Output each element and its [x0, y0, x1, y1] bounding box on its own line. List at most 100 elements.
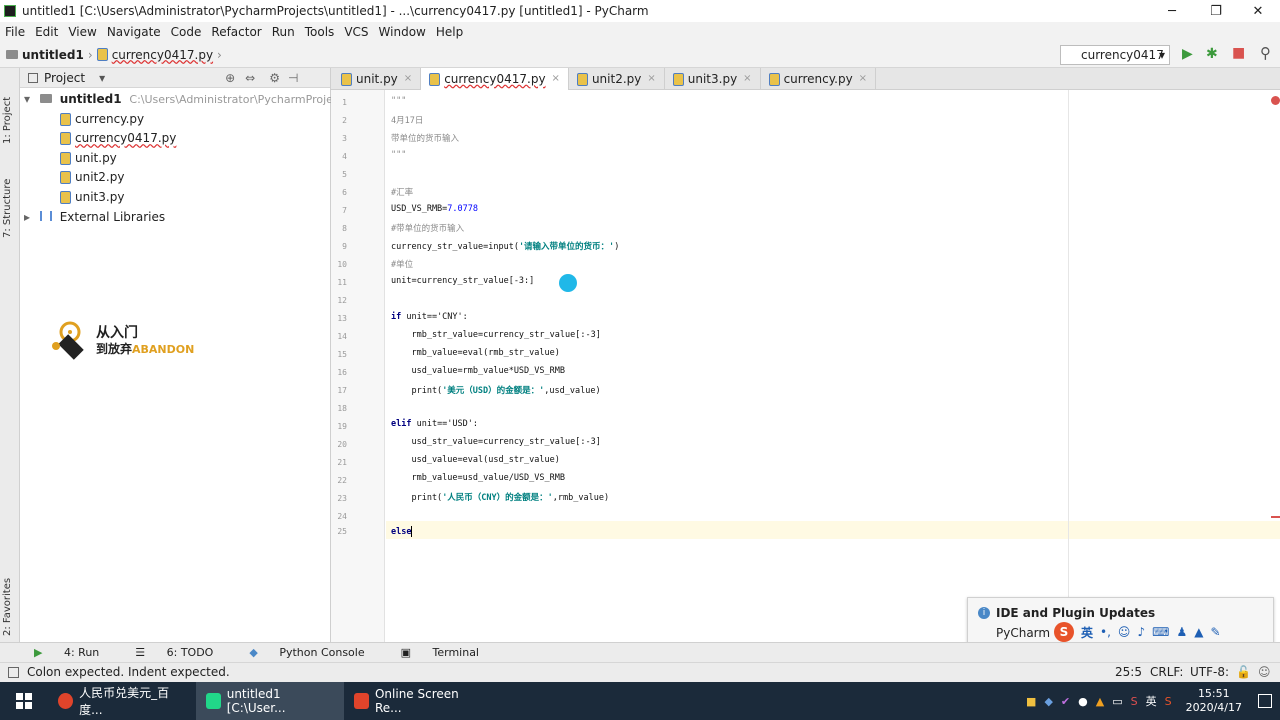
tray-icon-app[interactable]: ✔ [1061, 695, 1070, 708]
breadcrumb-project[interactable]: untitled1 [22, 48, 84, 62]
close-icon[interactable]: × [404, 68, 412, 90]
line-number: 22 [337, 476, 347, 485]
tree-file-label: currency.py [75, 111, 145, 126]
tree-file-currency0417[interactable]: currency0417.py [20, 129, 330, 149]
tray-icon-input[interactable]: S [1165, 695, 1172, 708]
emoji-icon[interactable]: ☺ [1118, 625, 1131, 639]
tray-icon-sogou[interactable]: S [1131, 695, 1138, 708]
code-editor[interactable]: 1 2 3 4 5 6 7 8 9 10 11 12 13 14 15 16 1… [331, 90, 1280, 642]
inspector-icon[interactable]: ☺ [1258, 663, 1271, 682]
menu-window[interactable]: Window [374, 25, 431, 39]
network-icon[interactable]: ▭ [1112, 695, 1122, 708]
close-icon[interactable]: × [647, 68, 655, 90]
tree-file-unit3[interactable]: unit3.py [20, 188, 330, 208]
hide-icon[interactable]: ⊣ [288, 71, 298, 85]
text-cursor [411, 526, 413, 537]
menu-view[interactable]: View [63, 25, 101, 39]
tree-file-unit2[interactable]: unit2.py [20, 168, 330, 188]
caret-position[interactable]: 25:5 [1115, 663, 1142, 682]
keyboard-icon[interactable]: ⌨ [1152, 625, 1169, 639]
menu-run[interactable]: Run [267, 25, 300, 39]
tree-file-currency[interactable]: currency.py [20, 110, 330, 130]
line-separator[interactable]: CRLF: [1150, 663, 1183, 682]
tool-windows-icon[interactable] [8, 667, 19, 678]
python-file-icon [60, 151, 71, 165]
menu-navigate[interactable]: Navigate [102, 25, 166, 39]
tray-icon-camera[interactable]: ■ [1026, 695, 1036, 708]
collapse-icon[interactable]: ⇔ [245, 71, 255, 85]
tab-unit3[interactable]: unit3.py × [665, 68, 761, 90]
line-number: 5 [342, 170, 347, 179]
tab-currency[interactable]: currency.py × [761, 68, 877, 90]
menu-bar: File Edit View Navigate Code Refactor Ru… [0, 22, 1280, 42]
clock[interactable]: 15:51 2020/4/17 [1186, 687, 1242, 715]
tray-icon-shield[interactable]: ◆ [1044, 695, 1052, 708]
breadcrumb-file[interactable]: currency0417.py [112, 48, 213, 62]
run-icon[interactable]: ▶ [1182, 46, 1193, 62]
locate-icon[interactable]: ⊕ [225, 71, 235, 85]
right-margin-guide [1068, 90, 1069, 642]
minimize-button[interactable]: ─ [1150, 0, 1194, 22]
debug-icon[interactable]: ✱ [1206, 46, 1218, 62]
run-config-select[interactable]: currency0417 ▾ [1060, 45, 1170, 65]
tray-icon-qq[interactable]: ▲ [1096, 695, 1104, 708]
chevron-down-icon[interactable]: ▾ [99, 71, 105, 85]
lock-icon[interactable]: 🔓 [1236, 663, 1251, 682]
menu-edit[interactable]: Edit [30, 25, 63, 39]
pycharm-icon [206, 693, 221, 709]
code-token: unit=='CNY': [406, 312, 468, 322]
taskbar-chrome[interactable]: 人民币兑美元_百度... [48, 682, 196, 720]
file-encoding[interactable]: UTF-8: [1190, 663, 1229, 682]
chevron-right-icon[interactable]: ▸ [24, 210, 30, 224]
tray-icon-wechat[interactable]: ● [1078, 695, 1088, 708]
error-stripe-marker[interactable] [1271, 516, 1280, 518]
taskbar-screen-recorder[interactable]: Online Screen Re... [344, 682, 492, 720]
tab-unit[interactable]: unit.py × [331, 68, 422, 90]
terminal-tab[interactable]: ▣ Terminal [393, 646, 489, 659]
close-icon[interactable]: × [552, 68, 560, 90]
menu-vcs[interactable]: VCS [339, 25, 373, 39]
tray-ime[interactable]: 英 [1146, 693, 1157, 709]
microphone-icon[interactable]: ♪ [1137, 625, 1145, 639]
line-number: 17 [337, 386, 347, 395]
start-button[interactable] [0, 682, 48, 720]
tab-label: unit3.py [687, 72, 738, 86]
python-file-icon [60, 171, 71, 185]
favorites-tool-tab[interactable]: 2: Favorites [2, 556, 13, 636]
run-tool-tab[interactable]: ▶ 4: Run [26, 646, 109, 659]
clothing-icon[interactable]: ▲ [1194, 625, 1203, 639]
tree-file-unit[interactable]: unit.py [20, 149, 330, 169]
close-icon[interactable]: × [859, 68, 867, 90]
todo-tool-tab[interactable]: ☰ 6: TODO [127, 646, 223, 659]
notification-center-icon[interactable] [1258, 694, 1272, 708]
code-token: currency_str_value=input( [391, 242, 519, 252]
project-tool-tab[interactable]: 1: Project [2, 74, 13, 144]
tree-root[interactable]: ▾ untitled1 C:\Users\Administrator\Pycha… [20, 90, 402, 110]
stop-icon[interactable]: ■ [1232, 45, 1245, 61]
error-indicator-icon[interactable] [1271, 96, 1280, 105]
project-panel-title[interactable]: Project [44, 71, 85, 85]
tab-label: unit.py [356, 72, 398, 86]
skin-icon[interactable]: ♟ [1176, 625, 1187, 639]
python-console-tab[interactable]: ◆ Python Console [241, 646, 374, 659]
tab-unit2[interactable]: unit2.py × [569, 68, 665, 90]
tree-external-libraries[interactable]: ▸ External Libraries [20, 208, 330, 228]
chevron-down-icon[interactable]: ▾ [24, 92, 30, 106]
menu-help[interactable]: Help [431, 25, 468, 39]
search-icon[interactable]: ⚲ [1260, 44, 1271, 62]
menu-tools[interactable]: Tools [300, 25, 340, 39]
menu-code[interactable]: Code [166, 25, 207, 39]
punctuation-icon[interactable]: •, [1100, 625, 1111, 639]
gear-icon[interactable]: ⚙ [269, 71, 280, 85]
ime-language-toggle[interactable]: 英 [1081, 624, 1093, 641]
menu-file[interactable]: File [0, 25, 30, 39]
structure-tool-tab[interactable]: 7: Structure [2, 158, 13, 238]
close-icon[interactable]: × [743, 68, 751, 90]
wrench-icon[interactable]: ✎ [1210, 625, 1220, 639]
taskbar-pycharm[interactable]: untitled1 [C:\User... [196, 682, 344, 720]
tab-currency0417[interactable]: currency0417.py × [421, 68, 569, 90]
sogou-icon[interactable]: S [1054, 622, 1074, 642]
close-button[interactable]: ✕ [1236, 0, 1280, 22]
menu-refactor[interactable]: Refactor [206, 25, 266, 39]
maximize-button[interactable]: ❐ [1194, 0, 1238, 22]
